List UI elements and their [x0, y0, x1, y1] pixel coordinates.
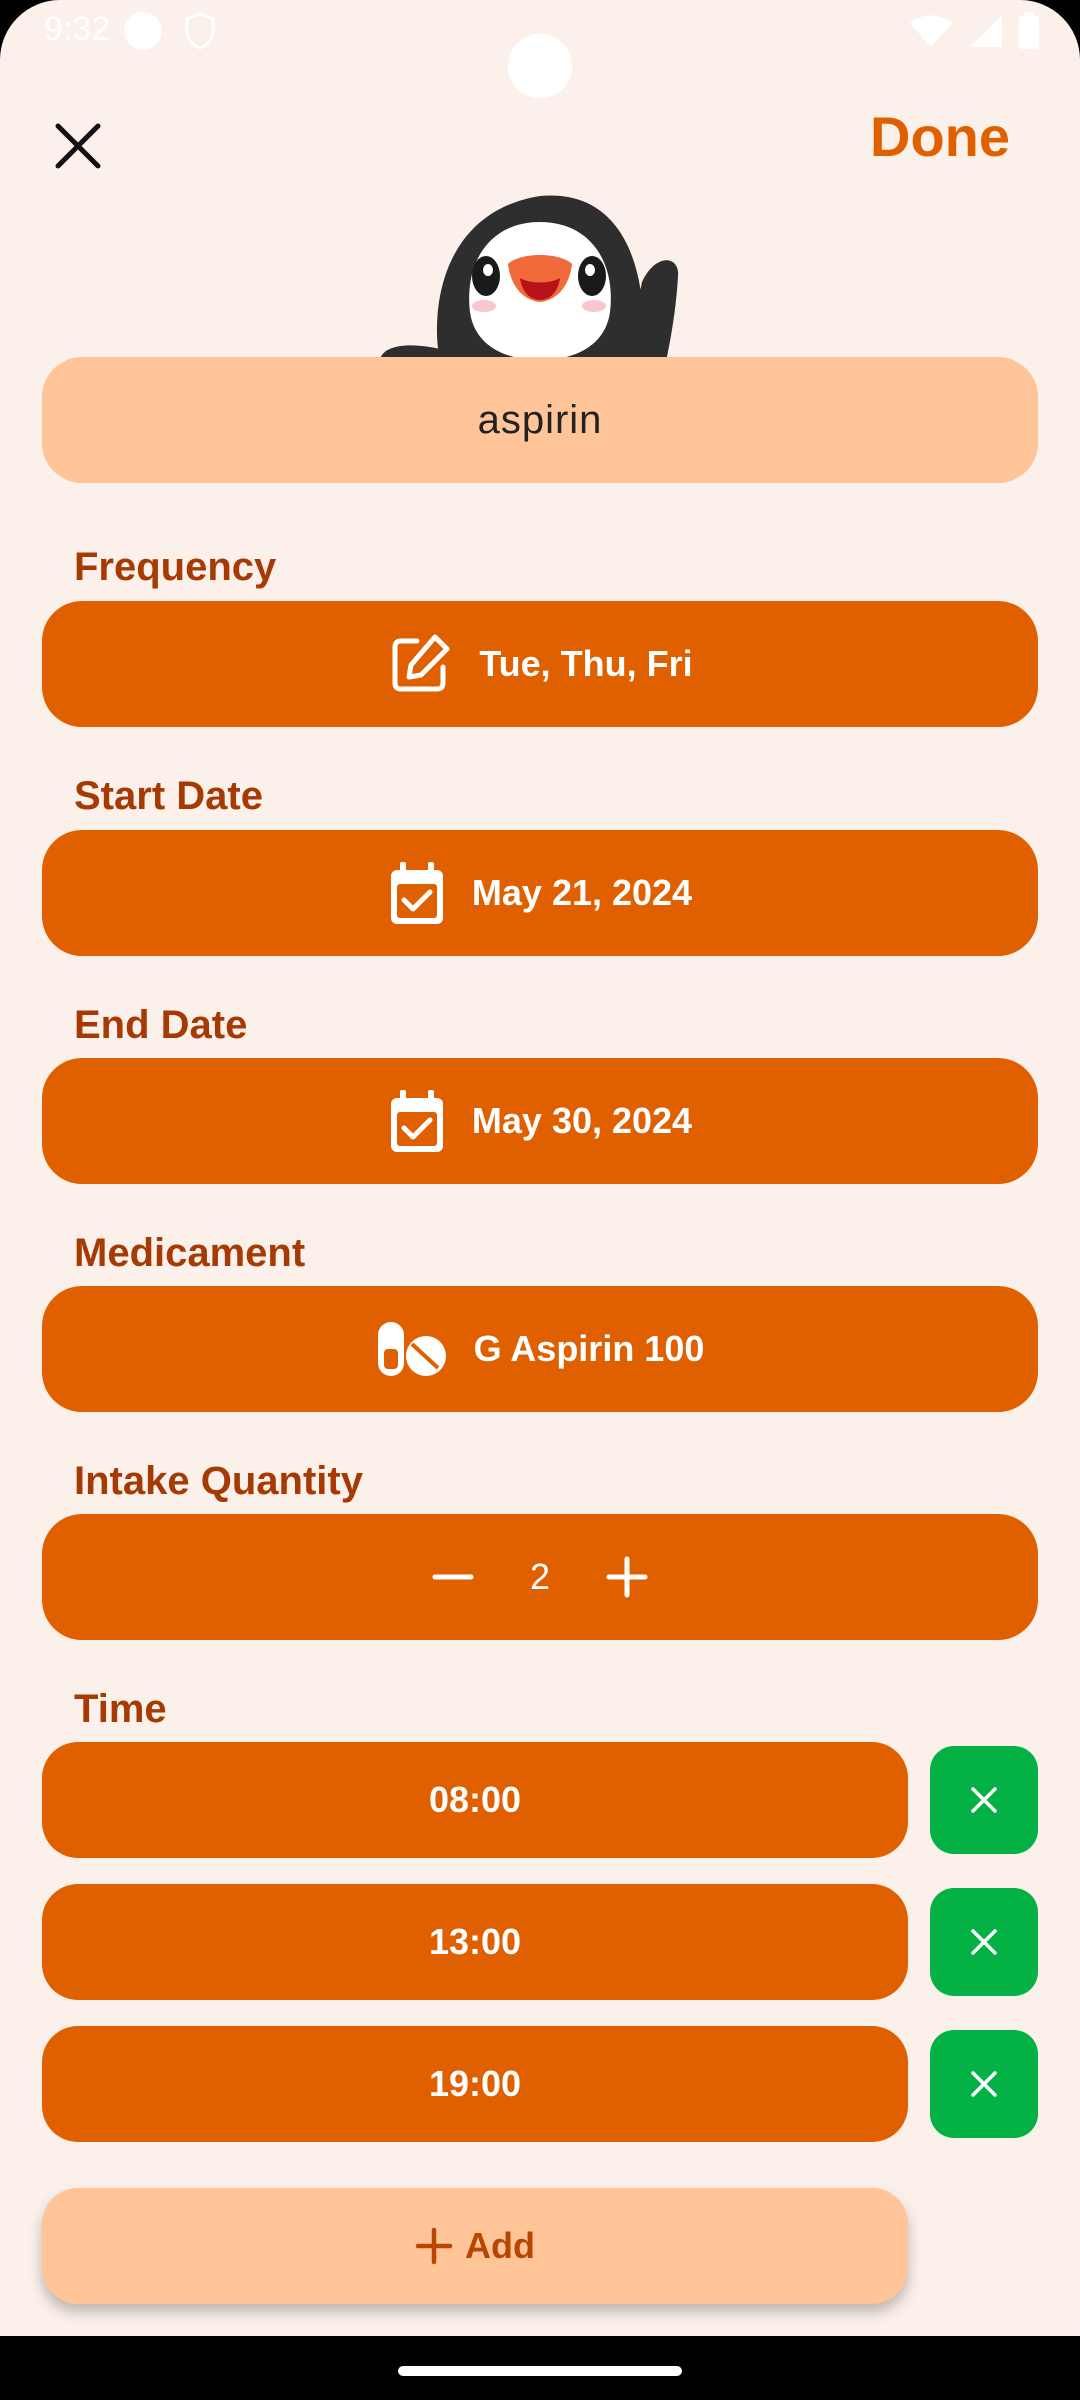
start-date-value: May 21, 2024 — [471, 872, 693, 913]
start-date-button[interactable]: May 21, 2024 — [42, 830, 1038, 956]
camera-cutout — [508, 34, 572, 98]
remove-time-button[interactable] — [930, 2030, 1038, 2138]
start-date-label: Start Date — [74, 774, 263, 818]
close-icon — [55, 123, 101, 169]
add-time-button[interactable]: Add — [42, 2188, 908, 2304]
calendar-check-icon — [390, 862, 443, 924]
signal-icon — [970, 15, 1002, 47]
remove-time-button[interactable] — [930, 1746, 1038, 1854]
battery-icon — [1019, 12, 1039, 49]
wifi-icon — [910, 15, 952, 47]
end-date-value: May 30, 2024 — [471, 1100, 693, 1141]
intake-quantity-value: 2 — [529, 1556, 551, 1597]
shield-icon — [185, 12, 215, 50]
minus-icon[interactable] — [432, 1556, 474, 1598]
app-screen: 9:32 Done aspirin Frequency Tue, Thu, Fr… — [0, 0, 1080, 2400]
intake-quantity-label: Intake Quantity — [74, 1459, 363, 1503]
close-icon — [971, 1929, 997, 1955]
time-entry-button[interactable]: 08:00 — [42, 1742, 908, 1858]
intake-quantity-stepper: 2 — [42, 1514, 1038, 1640]
medication-name-field[interactable]: aspirin — [42, 357, 1038, 483]
time-entry-button[interactable]: 19:00 — [42, 2026, 908, 2142]
frequency-button[interactable]: Tue, Thu, Fri — [42, 601, 1038, 727]
edit-icon — [392, 634, 450, 692]
remove-time-button[interactable] — [930, 1888, 1038, 1996]
pills-icon — [377, 1322, 446, 1376]
status-icons — [908, 12, 1040, 50]
close-icon — [971, 2071, 997, 2097]
medicament-button[interactable]: G Aspirin 100 — [42, 1286, 1038, 1412]
plus-icon — [415, 2227, 453, 2265]
home-gesture-handle[interactable] — [398, 2366, 682, 2376]
frequency-value: Tue, Thu, Fri — [479, 643, 693, 684]
calendar-check-icon — [390, 1090, 443, 1152]
time-label: Time — [74, 1687, 167, 1731]
add-label: Add — [465, 2225, 535, 2266]
close-button[interactable] — [52, 120, 104, 172]
medicament-value: G Aspirin 100 — [473, 1328, 705, 1369]
end-date-label: End Date — [74, 1003, 248, 1047]
notification-dot-icon — [124, 12, 162, 50]
plus-icon[interactable] — [606, 1556, 648, 1598]
time-entry-button[interactable]: 13:00 — [42, 1884, 908, 2000]
status-time: 9:32 — [44, 10, 111, 48]
done-button[interactable]: Done — [870, 104, 1010, 169]
close-icon — [971, 1787, 997, 1813]
frequency-label: Frequency — [74, 545, 277, 589]
end-date-button[interactable]: May 30, 2024 — [42, 1058, 1038, 1184]
navigation-bar — [0, 2336, 1080, 2400]
medicament-label: Medicament — [74, 1231, 306, 1275]
